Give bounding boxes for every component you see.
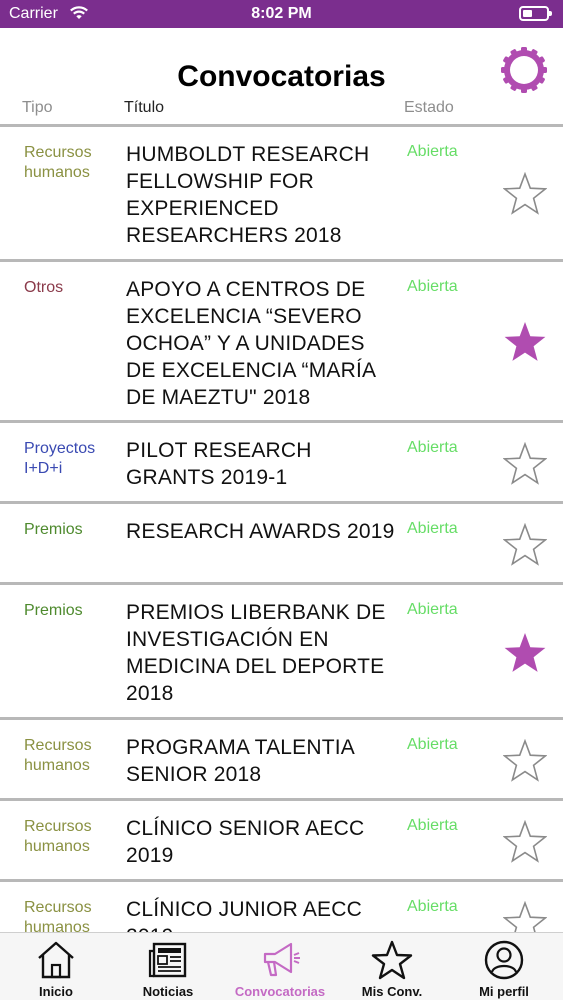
item-estado: Abierta bbox=[407, 601, 458, 618]
star-outline-icon[interactable] bbox=[503, 523, 547, 567]
list-item[interactable]: Recursos humanos HUMBOLDT RESEARCH FELLO… bbox=[0, 127, 563, 262]
home-icon bbox=[38, 941, 74, 979]
star-outline-icon[interactable] bbox=[503, 739, 547, 783]
list-item[interactable]: Recursos humanos CLÍNICO JUNIOR AECC 201… bbox=[0, 882, 563, 932]
list-item[interactable]: Otros APOYO A CENTROS DE EXCELENCIA “SEV… bbox=[0, 262, 563, 423]
star-filled-icon[interactable] bbox=[503, 631, 547, 675]
tab-label: Mi perfil bbox=[479, 984, 529, 999]
item-tipo: Recursos humanos bbox=[24, 899, 92, 932]
item-estado: Abierta bbox=[407, 520, 458, 537]
item-tipo: Proyectos I+D+i bbox=[24, 440, 96, 477]
star-filled-icon[interactable] bbox=[503, 320, 547, 364]
list-item[interactable]: Premios RESEARCH AWARDS 2019 Abierta bbox=[0, 504, 563, 585]
item-estado: Abierta bbox=[407, 817, 458, 834]
item-titulo: APOYO A CENTROS DE EXCELENCIA “SEVERO OC… bbox=[126, 278, 376, 409]
tab-label: Inicio bbox=[39, 984, 73, 999]
column-header-tipo: Tipo bbox=[22, 99, 53, 116]
tab-bar: Inicio Noticias Convocatorias Mis Conv. bbox=[0, 932, 563, 1000]
newspaper-icon bbox=[148, 942, 187, 978]
item-tipo: Recursos humanos bbox=[24, 818, 92, 855]
item-tipo: Premios bbox=[24, 521, 83, 538]
column-header-titulo: Título bbox=[124, 99, 165, 116]
list-item[interactable]: Premios PREMIOS LIBERBANK DE INVESTIGACI… bbox=[0, 585, 563, 720]
item-titulo: CLÍNICO JUNIOR AECC 2019 bbox=[126, 898, 362, 932]
megaphone-icon bbox=[263, 942, 300, 977]
list-item[interactable]: Proyectos I+D+i PILOT RESEARCH GRANTS 20… bbox=[0, 423, 563, 504]
star-outline-icon[interactable] bbox=[503, 442, 547, 486]
status-bar: Carrier 8:02 PM bbox=[0, 0, 563, 28]
tab-mi-perfil[interactable]: Mi perfil bbox=[448, 933, 560, 1000]
battery-icon bbox=[519, 6, 552, 21]
item-estado: Abierta bbox=[407, 439, 458, 456]
tab-noticias[interactable]: Noticias bbox=[112, 933, 224, 1000]
item-tipo: Premios bbox=[24, 602, 83, 619]
item-estado: Abierta bbox=[407, 898, 458, 915]
tab-label: Noticias bbox=[142, 984, 194, 999]
star-outline-icon[interactable] bbox=[503, 172, 547, 216]
item-titulo: PREMIOS LIBERBANK DE INVESTIGACIÓN EN ME… bbox=[126, 601, 386, 705]
tab-inicio[interactable]: Inicio bbox=[0, 933, 112, 1000]
user-icon bbox=[484, 940, 524, 980]
item-titulo: PROGRAMA TALENTIA SENIOR 2018 bbox=[126, 736, 354, 786]
item-tipo: Otros bbox=[24, 279, 64, 296]
item-titulo: CLÍNICO SENIOR AECC 2019 bbox=[126, 817, 365, 867]
item-titulo: PILOT RESEARCH GRANTS 2019-1 bbox=[126, 439, 312, 489]
tab-label: Convocatorias bbox=[234, 984, 326, 999]
status-time: 8:02 PM bbox=[251, 5, 312, 22]
item-estado: Abierta bbox=[407, 143, 458, 160]
item-tipo: Recursos humanos bbox=[24, 737, 92, 774]
item-estado: Abierta bbox=[407, 278, 458, 295]
convocatorias-list[interactable]: Recursos humanos HUMBOLDT RESEARCH FELLO… bbox=[0, 127, 563, 932]
page-title: Convocatorias bbox=[177, 60, 386, 93]
tab-convocatorias[interactable]: Convocatorias bbox=[224, 933, 336, 1000]
star-outline-icon[interactable] bbox=[503, 820, 547, 864]
gear-icon[interactable] bbox=[500, 46, 548, 94]
item-tipo: Recursos humanos bbox=[24, 144, 92, 181]
tab-mis-conv[interactable]: Mis Conv. bbox=[336, 933, 448, 1000]
item-titulo: RESEARCH AWARDS 2019 bbox=[126, 520, 395, 543]
tab-label: Mis Conv. bbox=[361, 984, 423, 999]
item-titulo: HUMBOLDT RESEARCH FELLOWSHIP FOR EXPERIE… bbox=[126, 143, 370, 247]
list-item[interactable]: Recursos humanos CLÍNICO SENIOR AECC 201… bbox=[0, 801, 563, 882]
list-item[interactable]: Recursos humanos PROGRAMA TALENTIA SENIO… bbox=[0, 720, 563, 801]
star-outline-icon[interactable] bbox=[503, 901, 547, 932]
column-header-estado: Estado bbox=[404, 99, 454, 116]
item-estado: Abierta bbox=[407, 736, 458, 753]
star-icon bbox=[371, 940, 413, 980]
